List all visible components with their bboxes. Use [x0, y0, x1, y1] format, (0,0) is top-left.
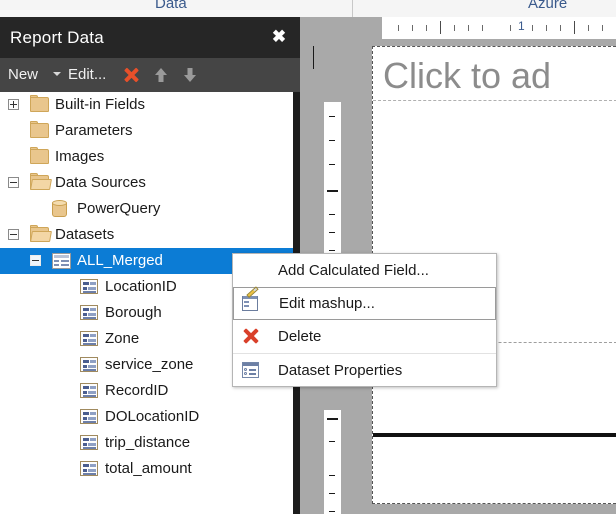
ribbon-tab-data[interactable]: Data: [155, 0, 187, 12]
new-button[interactable]: New: [8, 58, 38, 92]
report-title-textbox[interactable]: Click to ad: [373, 47, 616, 101]
close-icon[interactable]: ✖: [268, 26, 290, 48]
tree-item-datasets[interactable]: Datasets: [0, 222, 293, 248]
edit-button[interactable]: Edit...: [68, 58, 106, 92]
collapse-minus-icon[interactable]: [8, 177, 19, 188]
expand-plus-icon[interactable]: [8, 99, 19, 110]
properties-icon: [241, 361, 260, 379]
menu-item-delete[interactable]: Delete: [233, 320, 496, 353]
folder-open-icon: [30, 173, 52, 191]
tree-item-label: RecordID: [105, 382, 169, 399]
tree-item-label: Borough: [105, 304, 162, 321]
chevron-down-icon[interactable]: [53, 72, 61, 76]
tree-item-trip-distance[interactable]: trip_distance: [0, 430, 293, 456]
tree-item-label: total_amount: [105, 460, 192, 477]
field-icon: [80, 383, 98, 398]
panel-title: Report Data: [10, 28, 104, 47]
collapse-minus-icon[interactable]: [8, 229, 19, 240]
panel-titlebar: Report Data ✖: [0, 17, 300, 58]
page-bottom-edge: [373, 433, 616, 437]
field-icon: [80, 331, 98, 346]
tree-item-label: LocationID: [105, 278, 177, 295]
menu-item-dataset-properties[interactable]: Dataset Properties: [233, 353, 496, 386]
collapse-minus-icon[interactable]: [30, 255, 41, 266]
tree-item-label: Datasets: [55, 226, 115, 243]
tree-item-label: Built-in Fields: [55, 96, 146, 113]
arrow-up-icon[interactable]: [152, 66, 170, 84]
field-icon: [80, 435, 98, 450]
ribbon-divider: [352, 0, 353, 17]
menu-item-label: Delete: [278, 328, 322, 345]
ruler-label-1: 1: [518, 19, 525, 33]
menu-item-label: Add Calculated Field...: [278, 262, 429, 279]
report-title-placeholder: Click to ad: [383, 55, 552, 96]
ribbon-tab-strip: Data Azure: [0, 0, 616, 17]
database-icon: [52, 200, 67, 218]
panel-toolbar: New Edit...: [0, 58, 300, 92]
tree-item-powerquery[interactable]: PowerQuery: [0, 196, 293, 222]
edit-mashup-icon: [242, 286, 261, 313]
tree-item-label: Data Sources: [55, 174, 146, 191]
folder-closed-icon: [30, 147, 49, 165]
tree-item-images[interactable]: Images: [0, 144, 293, 170]
menu-item-label: Edit mashup...: [279, 295, 375, 312]
field-icon: [80, 357, 98, 372]
field-icon: [80, 461, 98, 476]
tree-item-label: Images: [55, 148, 105, 165]
field-icon: [80, 279, 98, 294]
arrow-down-icon[interactable]: [181, 66, 199, 84]
field-icon: [80, 409, 98, 424]
vertical-ruler-mid[interactable]: [324, 410, 341, 437]
folder-open-icon: [30, 225, 52, 243]
tree-item-label: ALL_Merged: [77, 252, 163, 269]
tree-item-label: DOLocationID: [105, 408, 200, 425]
tree-item-label: Zone: [105, 330, 140, 347]
tree-item-label: PowerQuery: [77, 200, 161, 217]
tree-item-data-sources[interactable]: Data Sources: [0, 170, 293, 196]
tree-item-dolocationid[interactable]: DOLocationID: [0, 404, 293, 430]
delete-icon: [241, 327, 260, 345]
tree-item-label: Parameters: [55, 122, 133, 139]
tree-item-built-in-fields[interactable]: Built-in Fields: [0, 92, 293, 118]
horizontal-ruler[interactable]: 1: [382, 17, 616, 39]
menu-item-edit-mashup[interactable]: Edit mashup...: [233, 286, 496, 320]
ribbon-tab-azure[interactable]: Azure: [528, 0, 567, 12]
app-window: Data Azure 1 Click to ad Report Data ✖ N…: [0, 0, 616, 514]
dataset-icon: [52, 253, 71, 269]
menu-item-label: Dataset Properties: [278, 362, 403, 379]
horizontal-ruler-band: 1: [300, 17, 616, 46]
tree-item-label: trip_distance: [105, 434, 191, 451]
vertical-ruler-top[interactable]: [324, 102, 341, 268]
tree-item-parameters[interactable]: Parameters: [0, 118, 293, 144]
menu-item-add-calculated-field[interactable]: Add Calculated Field...: [233, 254, 496, 287]
vertical-ruler-bottom[interactable]: [324, 437, 341, 514]
folder-closed-icon: [30, 95, 49, 113]
tree-item-label: service_zone: [105, 356, 194, 373]
folder-closed-icon: [30, 121, 49, 139]
tree-item-total-amount[interactable]: total_amount: [0, 456, 293, 482]
dataset-context-menu[interactable]: Add Calculated Field... Edit mashup... Del…: [232, 253, 497, 387]
red-x-icon[interactable]: [121, 65, 141, 85]
field-icon: [80, 305, 98, 320]
